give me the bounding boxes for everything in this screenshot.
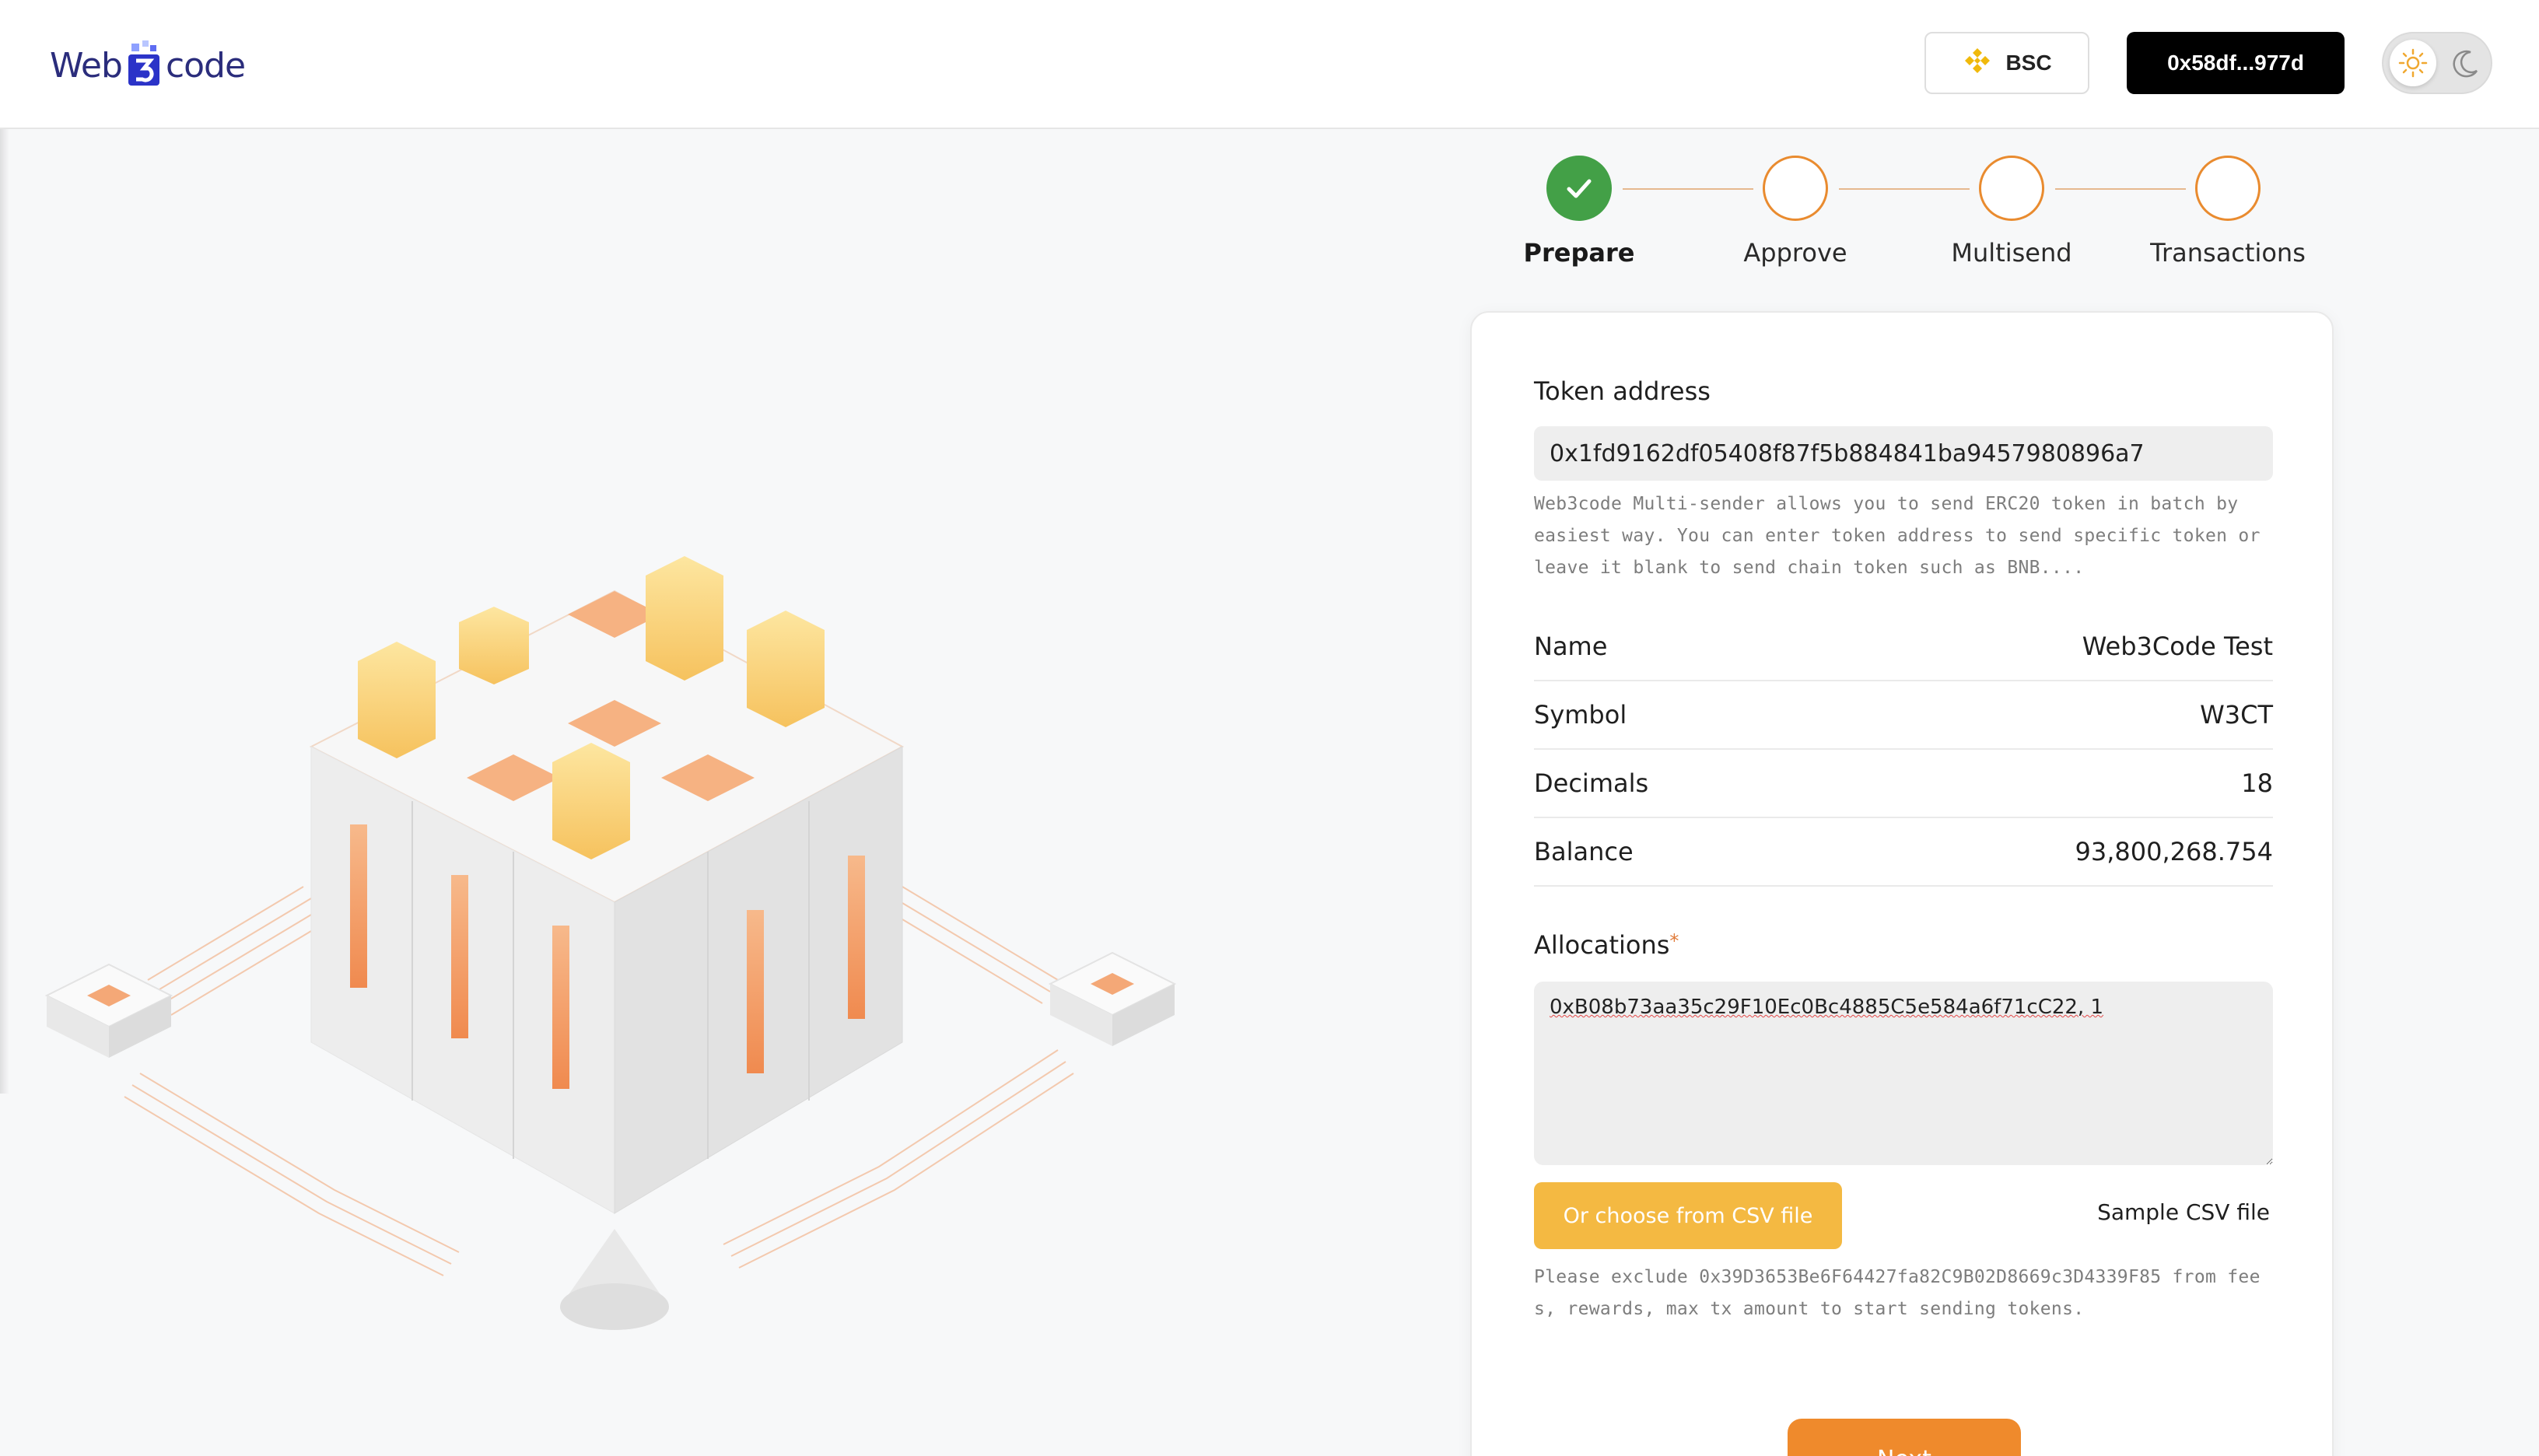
step-circle-icon (2195, 156, 2261, 221)
allocations-label: Allocations* (1534, 930, 1679, 960)
step-multisend[interactable]: Multisend (1934, 156, 2089, 268)
multisend-form-card: Token address Web3code Multi-sender allo… (1470, 311, 2334, 1456)
wallet-address-label: 0x58df...977d (2167, 51, 2304, 75)
token-symbol-label: Symbol (1534, 700, 1627, 730)
token-address-input[interactable] (1534, 426, 2273, 481)
token-decimals-label: Decimals (1534, 768, 1649, 798)
network-selector-button[interactable]: BSC (1924, 32, 2089, 94)
token-address-label: Token address (1534, 376, 1711, 406)
token-name-value: Web3Code Test (2082, 632, 2273, 661)
theme-toggle[interactable] (2382, 32, 2492, 94)
step-prepare[interactable]: Prepare (1501, 156, 1657, 268)
token-name-label: Name (1534, 632, 1608, 661)
logo-text-right: code (165, 45, 246, 86)
wallet-address-button[interactable]: 0x58df...977d (2127, 32, 2345, 94)
step-transactions[interactable]: Transactions (2150, 156, 2306, 268)
bnb-icon (1962, 45, 1993, 82)
step-circle-icon (1763, 156, 1828, 221)
moon-icon (2453, 50, 2478, 78)
logo-mark-icon (124, 40, 164, 90)
step-label: Transactions (2150, 238, 2306, 268)
token-symbol-value: W3CT (2200, 700, 2273, 730)
required-mark: * (1669, 930, 1679, 952)
token-balance-row: Balance 93,800,268.754 (1534, 818, 2273, 887)
sun-icon (2390, 40, 2436, 86)
check-icon (1546, 156, 1612, 221)
choose-csv-button[interactable]: Or choose from CSV file (1534, 1182, 1842, 1249)
web3code-logo[interactable]: Web code (50, 34, 246, 96)
step-approve[interactable]: Approve (1718, 156, 1873, 268)
token-decimals-row: Decimals 18 (1534, 750, 2273, 818)
step-label: Approve (1743, 238, 1847, 268)
token-symbol-row: Symbol W3CT (1534, 681, 2273, 750)
step-label: Multisend (1951, 238, 2072, 268)
sample-csv-link[interactable]: Sample CSV file (2097, 1199, 2270, 1225)
allocations-label-text: Allocations (1534, 930, 1670, 960)
server-illustration (44, 556, 1177, 1330)
step-label: Prepare (1523, 238, 1635, 268)
top-header: Web code BSC 0x58df...977d (0, 0, 2539, 129)
allocations-textarea[interactable] (1534, 982, 2273, 1165)
progress-stepper: Prepare Approve Multisend Transactions (1478, 156, 2365, 280)
next-button[interactable]: Next (1788, 1419, 2021, 1456)
network-label: BSC (2005, 51, 2052, 75)
logo-text-left: Web (50, 45, 123, 86)
exclude-note: Please exclude 0x39D3653Be6F64427fa82C9B… (1534, 1267, 2261, 1319)
token-balance-label: Balance (1534, 837, 1634, 866)
token-address-help: Web3code Multi-sender allows you to send… (1534, 494, 2261, 578)
token-decimals-value: 18 (2241, 768, 2273, 798)
token-balance-value: 93,800,268.754 (2075, 837, 2273, 866)
token-name-row: Name Web3Code Test (1534, 613, 2273, 681)
step-circle-icon (1979, 156, 2044, 221)
left-edge-shadow (0, 129, 9, 1094)
